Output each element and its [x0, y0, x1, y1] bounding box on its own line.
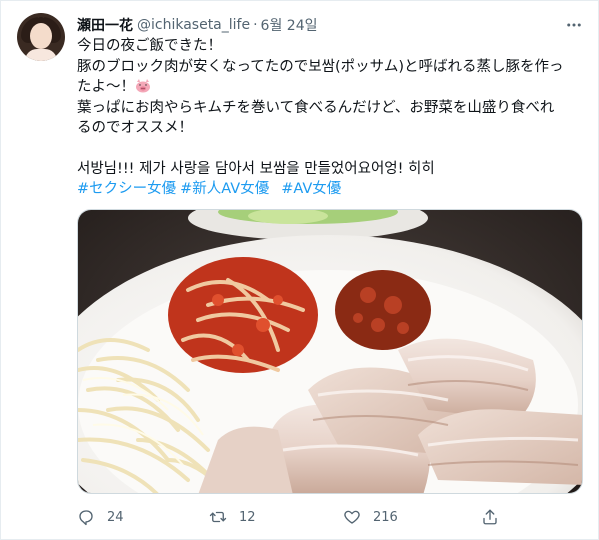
share-icon	[483, 509, 497, 525]
retweet-icon	[209, 511, 227, 523]
hashtag-link[interactable]: #新人AV女優	[180, 181, 269, 197]
text-line: るのでオススメ！	[77, 120, 193, 136]
text-line: 今日の夜ご飯できた！	[77, 38, 222, 54]
retweet-button[interactable]: 12	[209, 506, 256, 528]
tweet-date[interactable]: 6월 24일	[261, 15, 318, 35]
hashtag-row: #セクシー女優 #新人AV女優 #AV女優	[77, 179, 345, 199]
action-bar: 24 12 216	[77, 506, 517, 528]
like-button[interactable]: 216	[343, 506, 398, 528]
pig-face-emoji-icon	[136, 79, 150, 93]
text-line: 서방님!!! 제가 사랑을 담아서 보쌈을 만들었어요어엉! 히히	[77, 161, 435, 177]
text-line: 豚のブロック肉が安くなってたので보쌈(ポッサム)と呼ばれる蒸し豚を作っ	[77, 58, 564, 75]
author-handle[interactable]: @ichikaseta_life	[137, 17, 250, 33]
separator-dot: ·	[253, 17, 258, 33]
heart-icon	[344, 510, 360, 524]
more-options-icon[interactable]	[564, 15, 584, 35]
hashtag-link[interactable]: #セクシー女優	[77, 181, 176, 197]
reply-icon	[79, 510, 93, 526]
tweet-header: 瀬田一花 @ichikaseta_life · 6월 24일	[77, 15, 317, 35]
like-count: 216	[373, 509, 398, 525]
share-button[interactable]	[481, 506, 499, 528]
tweet-photo[interactable]	[77, 209, 583, 494]
avatar-body	[25, 49, 57, 61]
retweet-count: 12	[239, 509, 256, 525]
hashtag-link[interactable]: #AV女優	[281, 181, 341, 197]
reply-count: 24	[107, 509, 124, 525]
author-name[interactable]: 瀬田一花	[77, 15, 133, 35]
tweet-card[interactable]: 瀬田一花 @ichikaseta_life · 6월 24일 今日の夜ご飯できた…	[0, 0, 599, 540]
avatar-face	[30, 23, 52, 49]
food-photo-image	[78, 210, 582, 493]
text-line: 葉っぱにお肉やらキムチを巻いて食べるんだけど、お野菜を山盛り食べれ	[77, 99, 555, 116]
reply-button[interactable]: 24	[77, 506, 124, 528]
text-line: たよ〜！	[77, 79, 135, 95]
avatar[interactable]	[17, 13, 65, 61]
tweet-text: 今日の夜ご飯できた！ 豚のブロック肉が安くなってたので보쌈(ポッサム)と呼ばれる…	[77, 36, 587, 180]
